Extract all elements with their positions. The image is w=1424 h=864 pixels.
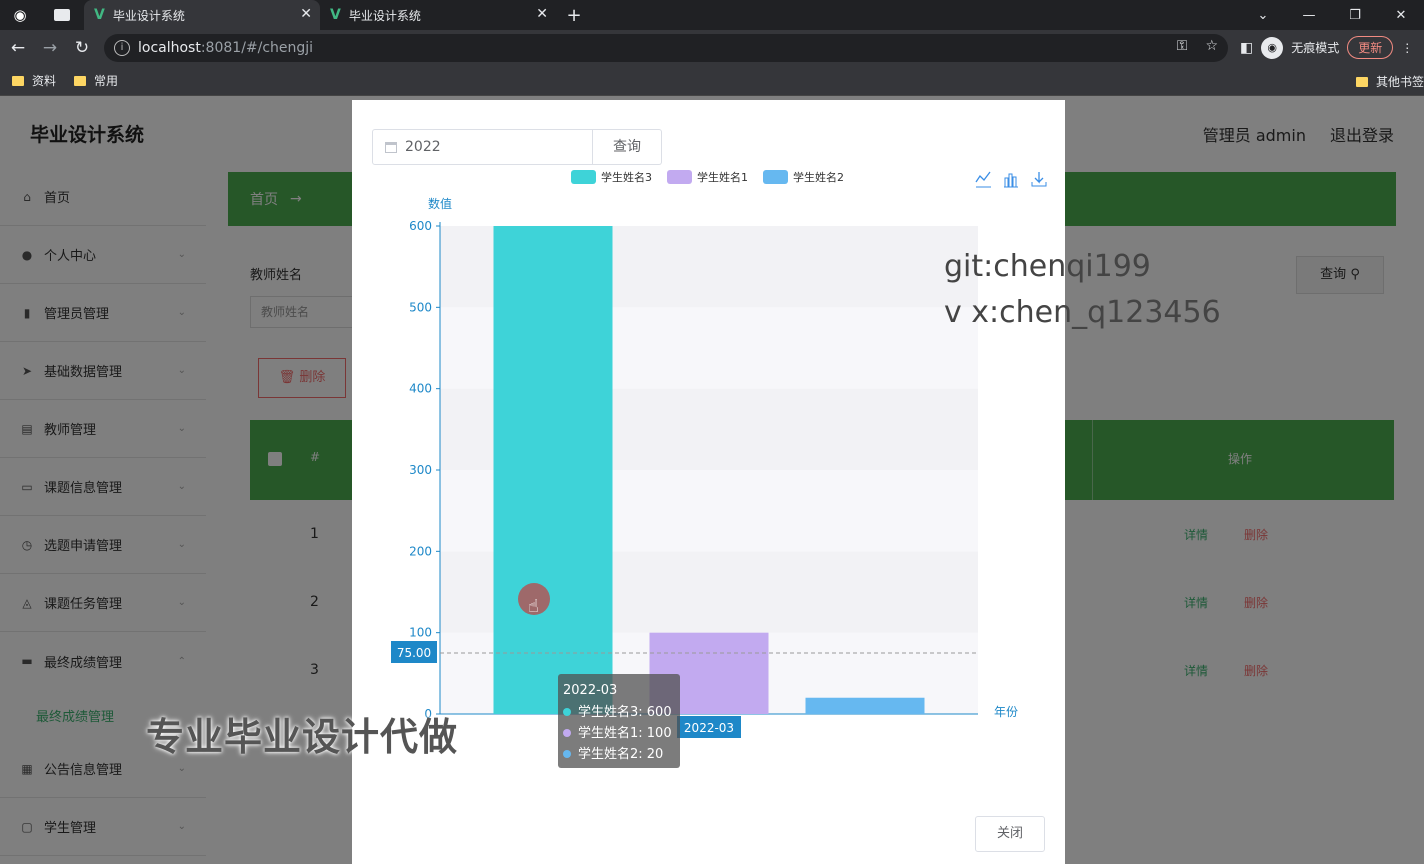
- y-tick-label: 300: [409, 463, 432, 477]
- close-window-icon[interactable]: ✕: [1378, 8, 1424, 23]
- legend-swatch: [763, 170, 788, 184]
- y-tick-label: 100: [409, 626, 432, 640]
- tooltip-line: 学生姓名3: 600: [578, 704, 672, 720]
- close-tab-icon[interactable]: ✕: [536, 6, 548, 22]
- tooltip-marker: [563, 708, 571, 716]
- tooltip-marker: [563, 729, 571, 737]
- legend-swatch: [667, 170, 692, 184]
- chart-dialog: 2022 查询 0 100 200 300 400 500 600 数值 年份 75.00 2022…: [352, 100, 1065, 864]
- incognito-icon: ◉: [1261, 36, 1284, 59]
- url-field[interactable]: i localhost:8081/#/chengji ⚿ ☆: [104, 34, 1228, 62]
- menu-icon[interactable]: ⋮: [1401, 41, 1413, 55]
- globe-icon[interactable]: ◉: [0, 0, 40, 30]
- update-button[interactable]: 更新: [1347, 36, 1394, 59]
- x-axis-title: 年份: [994, 705, 1018, 719]
- tab-title: 毕业设计系统: [348, 8, 421, 23]
- folder-icon: [1355, 76, 1368, 87]
- legend-label: 学生姓名2: [793, 170, 844, 184]
- address-bar: ← → ↻ i localhost:8081/#/chengji ⚿ ☆ ◧ ◉…: [0, 30, 1424, 66]
- download-icon: [1031, 172, 1047, 187]
- close-tab-icon[interactable]: ✕: [300, 6, 312, 22]
- close-button[interactable]: 关闭: [975, 816, 1045, 852]
- axis-pointer-y-label: 75.00: [397, 646, 431, 660]
- bookmark-label: 常用: [94, 74, 119, 88]
- vue-logo-icon: V: [94, 7, 105, 23]
- back-icon[interactable]: ←: [2, 38, 34, 58]
- tooltip-line: 学生姓名1: 100: [578, 725, 672, 741]
- new-tab-icon[interactable]: +: [556, 5, 592, 26]
- forward-icon[interactable]: →: [34, 38, 66, 58]
- browser-tab-active[interactable]: V 毕业设计系统 ✕: [84, 0, 320, 30]
- tooltip-title: 2022-03: [563, 683, 617, 698]
- watermark-line: git:chenqi199: [944, 249, 1151, 284]
- y-tick-label: 400: [409, 382, 432, 396]
- legend-swatch: [571, 170, 596, 184]
- tooltip-line: 学生姓名2: 20: [578, 746, 663, 762]
- window-controls: ⌄ — ❐ ✕: [1240, 0, 1424, 30]
- url-path: :8081/#/chengji: [200, 40, 314, 56]
- bar: [493, 226, 613, 714]
- line-chart-icon: [975, 171, 991, 188]
- reload-icon[interactable]: ↻: [66, 38, 98, 58]
- key-icon[interactable]: ⚿: [1177, 38, 1188, 54]
- axis-pointer-x-label: 2022-03: [684, 721, 734, 735]
- bookmark-label: 资料: [32, 74, 57, 88]
- side-panel-icon[interactable]: ◧: [1240, 40, 1253, 56]
- bookmark-folder[interactable]: 常用: [74, 72, 118, 89]
- site-info-icon[interactable]: i: [114, 40, 130, 56]
- legend-label: 学生姓名3: [601, 170, 652, 184]
- promo-text: 专业毕业设计代做: [146, 715, 459, 759]
- url-host: localhost: [138, 40, 201, 56]
- other-bookmarks[interactable]: 其他书签: [1355, 73, 1424, 90]
- folder-icon: [74, 75, 87, 86]
- bar: [805, 697, 925, 714]
- calendar-icon: [385, 141, 397, 153]
- folder-icon: [12, 75, 24, 86]
- vue-logo-icon: V: [330, 7, 341, 23]
- other-bookmarks-label: 其他书签: [1375, 75, 1424, 89]
- bookmarks-bar: 资料 常用 其他书签: [0, 66, 1424, 96]
- legend-label: 学生姓名1: [697, 170, 748, 184]
- tab-search-icon[interactable]: [40, 0, 84, 30]
- tab-title: 毕业设计系统: [112, 8, 185, 23]
- y-tick-label: 200: [409, 544, 432, 558]
- minimize-icon[interactable]: —: [1286, 8, 1332, 23]
- browser-tab-inactive[interactable]: V 毕业设计系统 ✕: [320, 0, 556, 30]
- hand-cursor-icon: ☝: [528, 596, 539, 617]
- y-tick-label: 500: [409, 300, 432, 314]
- star-icon[interactable]: ☆: [1205, 38, 1218, 54]
- bookmark-folder[interactable]: 资料: [12, 72, 56, 89]
- y-axis-title: 数值: [428, 196, 452, 211]
- restore-icon[interactable]: ❐: [1332, 8, 1378, 23]
- watermark-text: git:chenqi199 v x:chen_q123456: [944, 244, 1221, 336]
- tooltip-marker: [563, 750, 571, 758]
- bar-chart-icon: [1004, 173, 1018, 188]
- year-value: 2022: [405, 139, 441, 155]
- watermark-line: v x:chen_q123456: [944, 295, 1221, 330]
- y-tick-label: 600: [409, 219, 432, 233]
- browser-tab-bar: ◉ V 毕业设计系统 ✕ V 毕业设计系统 ✕ + ⌄ — ❐ ✕: [0, 0, 1424, 30]
- tab-list-icon[interactable]: ⌄: [1240, 8, 1286, 23]
- incognito-label: 无痕模式: [1291, 41, 1340, 55]
